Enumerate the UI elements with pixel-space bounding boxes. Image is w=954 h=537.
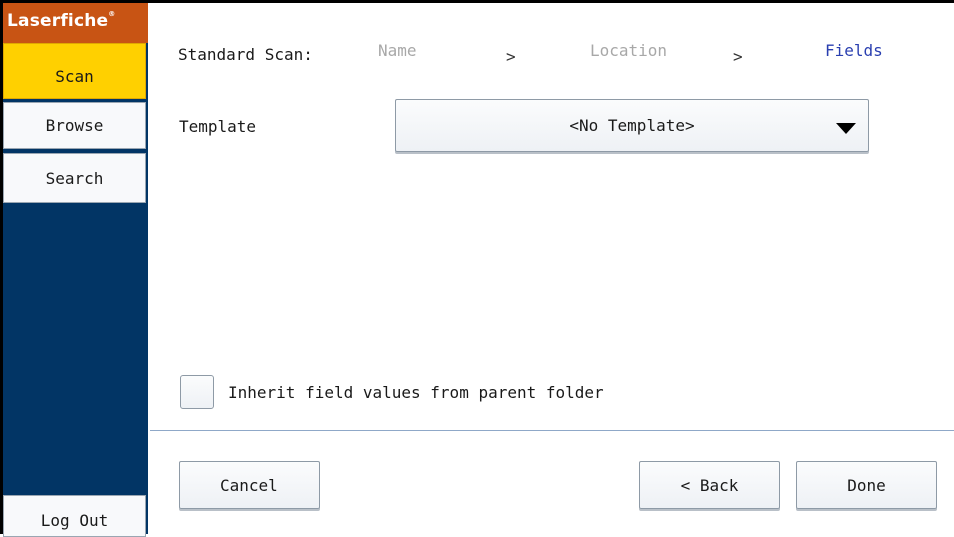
step-separator: > bbox=[733, 47, 743, 66]
sidebar-item-scan[interactable]: Scan bbox=[3, 43, 146, 99]
inherit-label[interactable]: Inherit field values from parent folder bbox=[228, 383, 604, 402]
template-dropdown[interactable]: <No Template> bbox=[395, 99, 869, 152]
done-label: Done bbox=[847, 475, 886, 495]
main-panel: Standard Scan: Name > Location > Fields … bbox=[148, 3, 954, 534]
sidebar-item-search[interactable]: Search bbox=[3, 153, 146, 203]
caret-down-icon bbox=[836, 123, 856, 134]
page-title: Standard Scan: bbox=[178, 45, 313, 64]
sidebar-item-label: Search bbox=[45, 168, 104, 188]
sidebar-item-browse[interactable]: Browse bbox=[3, 102, 146, 149]
inherit-checkbox[interactable] bbox=[180, 375, 214, 409]
step-separator: > bbox=[506, 47, 516, 66]
template-value: <No Template> bbox=[569, 116, 695, 135]
logo-text: Laserfiche® bbox=[7, 10, 116, 31]
logout-label: Log Out bbox=[40, 511, 109, 530]
template-label: Template bbox=[179, 117, 257, 136]
cancel-button[interactable]: Cancel bbox=[179, 461, 320, 509]
sidebar-item-label: Scan bbox=[55, 67, 94, 86]
cancel-label: Cancel bbox=[220, 475, 278, 495]
step-fields: Fields bbox=[825, 41, 883, 60]
sidebar: Laserfiche® Scan Browse Search Log Out bbox=[3, 3, 148, 537]
logout-button[interactable]: Log Out bbox=[3, 495, 146, 537]
laserfiche-logo: Laserfiche® bbox=[3, 3, 148, 43]
divider bbox=[150, 430, 954, 431]
done-button[interactable]: Done bbox=[796, 461, 937, 509]
sidebar-item-label: Browse bbox=[45, 116, 104, 135]
step-location: Location bbox=[590, 41, 668, 60]
back-button[interactable]: < Back bbox=[639, 461, 780, 509]
step-name: Name bbox=[378, 41, 417, 60]
back-label: < Back bbox=[680, 475, 739, 495]
